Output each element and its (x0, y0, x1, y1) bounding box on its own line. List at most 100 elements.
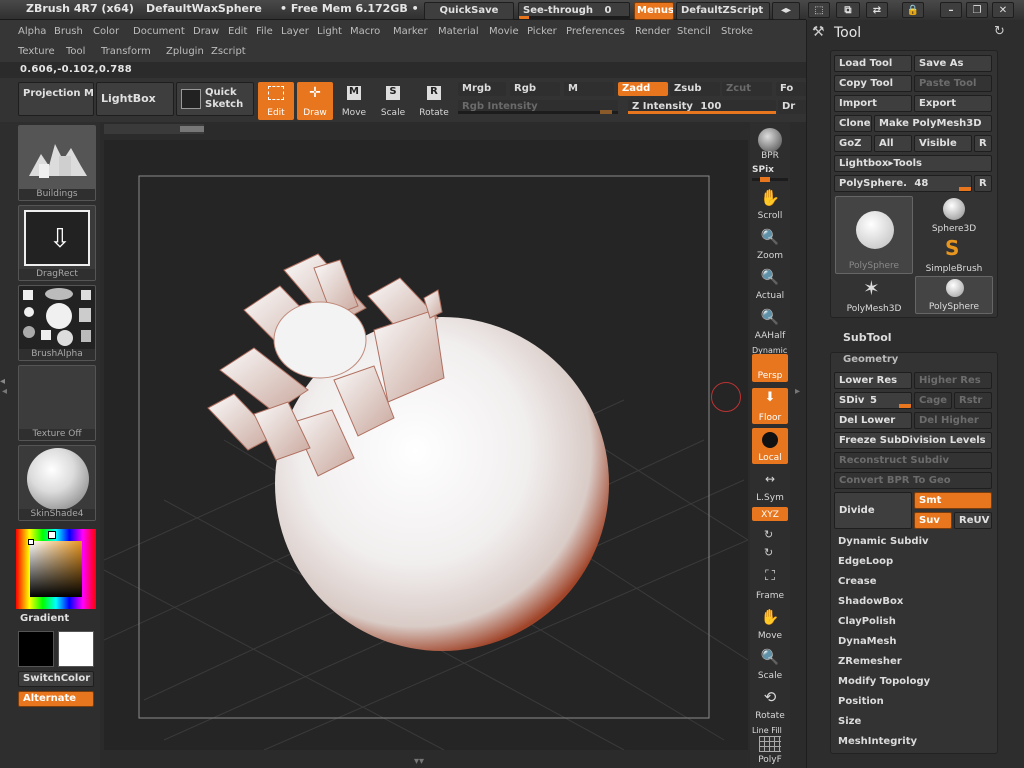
sdiv-slider[interactable]: SDiv 5 (834, 392, 912, 409)
menus-button[interactable]: Menus (634, 2, 674, 20)
menu-texture[interactable]: Texture (18, 46, 55, 57)
projection-master-button[interactable]: Projection Master (18, 82, 94, 116)
spix-slider[interactable]: SPix (752, 165, 788, 183)
switch-color-button[interactable]: SwitchColor (18, 671, 94, 687)
import-button[interactable]: Import (834, 95, 912, 112)
section-zremesher[interactable]: ZRemesher (838, 656, 902, 667)
actual-button[interactable]: 🔍 Actual (752, 266, 788, 302)
bpr-button[interactable]: BPR (752, 126, 788, 162)
tool-thumb-sphere3d[interactable]: Sphere3D (915, 196, 993, 234)
menu-file[interactable]: File (256, 26, 273, 37)
stroke-thumbnail[interactable]: ⇩ DragRect (18, 205, 96, 281)
focal-shift-slider[interactable]: Fo (776, 82, 806, 96)
convert-bpr-button[interactable]: Convert BPR To Geo (834, 472, 992, 489)
canvas-viewport[interactable] (103, 140, 749, 751)
viewport-right-arrow-icon[interactable]: ▸ (795, 386, 800, 397)
menu-material[interactable]: Material (438, 26, 479, 37)
texture-thumbnail[interactable]: Texture Off (18, 365, 96, 441)
copy-tool-button[interactable]: Copy Tool (834, 75, 912, 92)
menu-zplugin[interactable]: Zplugin (166, 46, 204, 57)
menu-color[interactable]: Color (93, 26, 119, 37)
del-higher-button[interactable]: Del Higher (914, 412, 992, 429)
default-zscript-button[interactable]: DefaultZScript (676, 2, 770, 20)
xyz-button[interactable]: XYZ (752, 507, 788, 521)
section-modify-topology[interactable]: Modify Topology (838, 676, 930, 687)
viewport-left-arrow-icon[interactable]: ◂ (2, 386, 7, 397)
rgb-intensity-slider[interactable]: Rgb Intensity (458, 100, 618, 114)
menu-edit[interactable]: Edit (228, 26, 247, 37)
freeze-subdivision-button[interactable]: Freeze SubDivision Levels (834, 432, 992, 449)
material-thumbnail[interactable]: SkinShade4 (18, 445, 96, 521)
section-edgeloop[interactable]: EdgeLoop (838, 556, 893, 567)
polyf-button[interactable]: PolyF (752, 734, 788, 766)
goz-r-button[interactable]: R (974, 135, 992, 152)
geometry-header[interactable]: Geometry (843, 354, 898, 365)
quicksave-button[interactable]: QuickSave (424, 2, 514, 20)
gradient-label[interactable]: Gradient (20, 613, 69, 624)
section-shadowbox[interactable]: ShadowBox (838, 596, 903, 607)
color-picker[interactable] (16, 529, 96, 609)
canvas-scroll-strip[interactable] (104, 124, 204, 134)
double-window-icon[interactable]: ⧉ (836, 2, 860, 18)
m-button[interactable]: M (564, 82, 614, 96)
tool-thumb-polysphere-large[interactable]: PolySphere (835, 196, 913, 274)
rstr-button[interactable]: Rstr (954, 392, 992, 409)
rotate-y-icon[interactable]: ↻ (764, 528, 773, 541)
current-tool-r-button[interactable]: R (974, 175, 992, 192)
quick-sketch-button[interactable]: Quick Sketch (176, 82, 254, 116)
section-dynamesh[interactable]: DynaMesh (838, 636, 897, 647)
see-through-slider[interactable]: See-through 0 (518, 2, 630, 20)
menu-brush[interactable]: Brush (54, 26, 83, 37)
scroll-arrows-button[interactable]: ◂▸ (772, 2, 800, 20)
color-square[interactable] (30, 541, 82, 597)
layout-icon[interactable]: ⬚ (808, 2, 830, 18)
menu-document[interactable]: Document (133, 26, 185, 37)
section-position[interactable]: Position (838, 696, 884, 707)
zadd-button[interactable]: Zadd (618, 82, 668, 96)
draw-size-slider[interactable]: Dr (778, 100, 806, 114)
load-tool-button[interactable]: Load Tool (834, 55, 912, 72)
menu-stencil[interactable]: Stencil (677, 26, 711, 37)
rotate-z-icon[interactable]: ↻ (764, 546, 773, 559)
visible-button[interactable]: Visible (914, 135, 972, 152)
section-meshintegrity[interactable]: MeshIntegrity (838, 736, 917, 747)
tool-thumb-polysphere-small[interactable]: PolySphere (915, 276, 993, 314)
goz-button[interactable]: GoZ (834, 135, 872, 152)
menu-marker[interactable]: Marker (393, 26, 428, 37)
swap-icon[interactable]: ⇄ (866, 2, 888, 18)
menu-alpha[interactable]: Alpha (18, 26, 46, 37)
make-polymesh-button[interactable]: Make PolyMesh3D (874, 115, 992, 132)
zoom-button[interactable]: 🔍 Zoom (752, 226, 788, 262)
frame-button[interactable]: ⛶ Frame (752, 566, 788, 602)
section-crease[interactable]: Crease (838, 576, 877, 587)
edit-button[interactable]: Edit (258, 82, 294, 120)
tool-refresh-icon[interactable]: ↻ (994, 24, 1005, 39)
scroll-button[interactable]: ✋ Scroll (752, 186, 788, 222)
cage-button[interactable]: Cage (914, 392, 952, 409)
restore-icon[interactable]: ❐ (966, 2, 988, 18)
canvas-scroll-thumb[interactable] (180, 126, 204, 132)
higher-res-button[interactable]: Higher Res (914, 372, 992, 389)
menu-draw[interactable]: Draw (193, 26, 219, 37)
lock-icon[interactable]: 🔒 (902, 2, 924, 18)
draw-button[interactable]: ✛ Draw (297, 82, 333, 120)
menu-preferences[interactable]: Preferences (566, 26, 625, 37)
floor-button[interactable]: ⬇ Floor (752, 388, 788, 424)
alpha-thumbnail[interactable]: BrushAlpha (18, 285, 96, 361)
menu-tool[interactable]: Tool (66, 46, 85, 57)
move-button[interactable]: M Move (336, 82, 372, 120)
menu-zscript[interactable]: Zscript (211, 46, 246, 57)
lsym-button[interactable]: ↔ L.Sym (752, 468, 788, 504)
scale-button[interactable]: S Scale (375, 82, 411, 120)
menu-transform[interactable]: Transform (101, 46, 151, 57)
rotate-view-button[interactable]: ⟲ Rotate (752, 686, 788, 722)
viewport-bottom-arrow-icon[interactable]: ▾▾ (414, 756, 424, 767)
rgb-button[interactable]: Rgb (510, 82, 560, 96)
tool-thumb-simplebrush[interactable]: S SimpleBrush (915, 236, 993, 274)
save-as-button[interactable]: Save As (914, 55, 992, 72)
z-intensity-slider[interactable]: Z Intensity 100 (628, 100, 776, 114)
lower-res-button[interactable]: Lower Res (834, 372, 912, 389)
reconstruct-subdiv-button[interactable]: Reconstruct Subdiv (834, 452, 992, 469)
section-size[interactable]: Size (838, 716, 861, 727)
tool-thumb-polymesh3d[interactable]: ✶ PolyMesh3D (835, 276, 913, 314)
